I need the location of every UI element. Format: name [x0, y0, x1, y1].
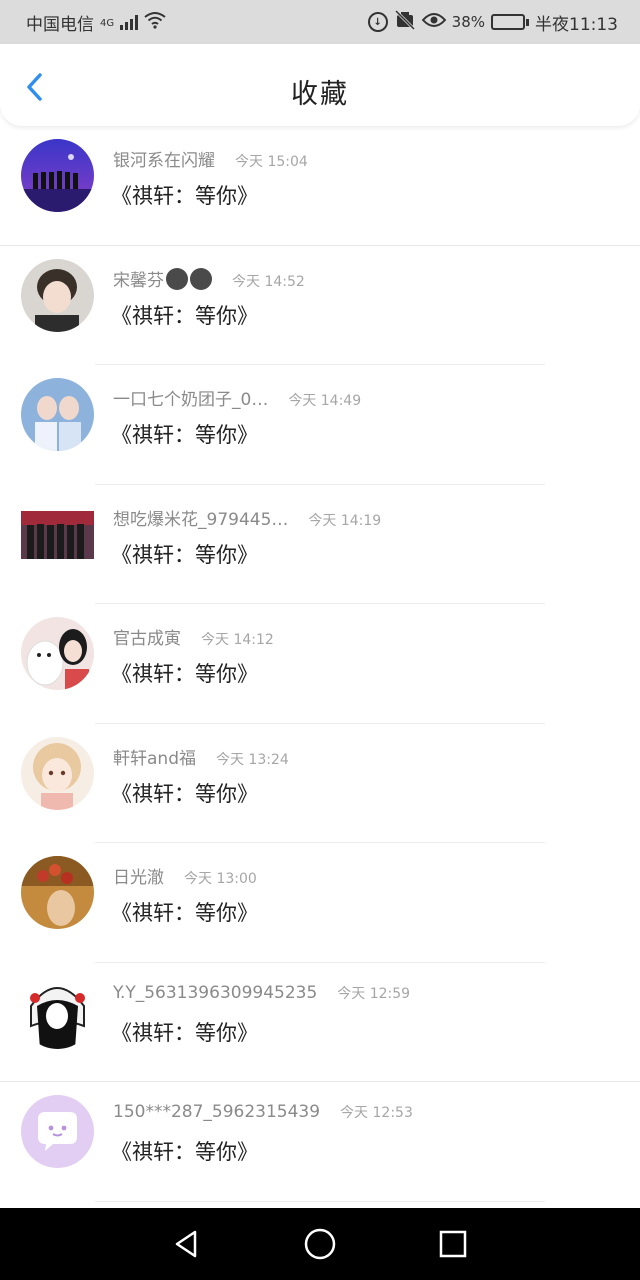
signal-icon [120, 14, 139, 30]
avatar[interactable] [21, 510, 94, 559]
carrier-label: 中国电信 [26, 14, 94, 35]
list-item[interactable]: 官古成寅 今天 14:12 《祺轩：等你》 [0, 604, 640, 724]
user-name[interactable]: Y.Y_5631396309945235 [113, 983, 317, 1003]
page-title: 收藏 [291, 79, 349, 110]
status-bar: 中国电信 4G ↓ 38% 半夜11:13 [0, 0, 640, 44]
divider [95, 1200, 545, 1202]
circle-home-icon [304, 1228, 336, 1260]
favorite-title: 《祺轩：等你》 [111, 1140, 258, 1164]
item-meta: 日光澈 今天 13:00 [113, 863, 257, 888]
list-item[interactable]: 宋馨芬 今天 14:52 《祺轩：等你》 [0, 246, 640, 365]
item-meta: 150***287_5962315439 今天 12:53 [113, 1102, 413, 1122]
avatar[interactable] [21, 617, 94, 690]
list-item[interactable]: Y.Y_5631396309945235 今天 12:59 《祺轩：等你》 [0, 963, 640, 1082]
timestamp: 今天 14:49 [288, 393, 362, 409]
timestamp: 今天 14:12 [201, 632, 274, 648]
item-meta: 银河系在闪耀 今天 15:04 [113, 146, 308, 171]
favorite-title: 《祺轩：等你》 [111, 901, 258, 925]
battery-percent: 38% [451, 13, 485, 31]
timestamp: 今天 15:04 [235, 154, 308, 170]
favorite-title: 《祺轩：等你》 [111, 1020, 258, 1045]
item-meta: 官古成寅 今天 14:12 [113, 624, 274, 649]
wifi-icon [144, 11, 166, 34]
user-name[interactable]: 一口七个奶团子_0… [113, 385, 268, 410]
timestamp: 今天 13:24 [215, 751, 289, 768]
item-meta: 宋馨芬 今天 14:52 [113, 266, 305, 291]
data-saver-icon: ↓ [367, 12, 388, 32]
emoji-face-icon [166, 267, 188, 290]
triangle-back-icon [175, 1230, 196, 1258]
silent-icon [394, 9, 416, 35]
nav-home-button[interactable] [300, 1224, 340, 1264]
list-item[interactable]: 想吃爆米花_979445… 今天 14:19 《祺轩：等你》 [0, 485, 640, 604]
favorite-title: 《祺轩：等你》 [111, 662, 258, 686]
favorites-list: 银河系在闪耀 今天 15:04 《祺轩：等你》 宋馨芬 今天 14:52 《祺轩… [0, 126, 640, 1206]
timestamp: 今天 12:53 [340, 1105, 413, 1121]
battery-icon [491, 14, 529, 30]
list-item[interactable]: 150***287_5962315439 今天 12:53 《祺轩：等你》 [0, 1082, 640, 1202]
avatar[interactable] [21, 1095, 94, 1168]
avatar[interactable] [21, 378, 94, 451]
list-item[interactable]: 日光澈 今天 13:00 《祺轩：等你》 [0, 843, 640, 963]
item-meta: Y.Y_5631396309945235 今天 12:59 [113, 983, 410, 1003]
nav-back-button[interactable] [167, 1224, 207, 1264]
user-name[interactable]: 軒轩and福 [113, 744, 196, 769]
favorite-title: 《祺轩：等你》 [111, 303, 258, 328]
top-nav-header: 收藏 [0, 44, 640, 126]
list-item[interactable]: 一口七个奶团子_0… 今天 14:49 《祺轩：等你》 [0, 365, 640, 485]
item-meta: 軒轩and福 今天 13:24 [113, 744, 289, 769]
timestamp: 今天 13:00 [184, 871, 257, 887]
user-name[interactable]: 宋馨芬 [113, 266, 212, 291]
user-name[interactable]: 官古成寅 [113, 624, 181, 649]
avatar[interactable] [21, 139, 94, 212]
network-type: 4G [100, 17, 115, 29]
square-recent-icon [440, 1230, 467, 1258]
avatar[interactable] [21, 258, 94, 332]
eye-icon [421, 12, 447, 33]
favorite-title: 《祺轩：等你》 [111, 542, 258, 567]
item-meta: 想吃爆米花_979445… 今天 14:19 [113, 505, 381, 530]
user-name[interactable]: 日光澈 [113, 863, 164, 888]
timestamp: 今天 14:19 [308, 512, 382, 529]
favorite-title: 《祺轩：等你》 [111, 184, 258, 208]
system-nav-bar [0, 1208, 640, 1280]
user-name[interactable]: 想吃爆米花_979445… [113, 505, 288, 530]
avatar[interactable] [21, 856, 94, 929]
status-left: 中国电信 4G [26, 10, 166, 35]
status-right: ↓ 38% 半夜11:13 [367, 9, 618, 35]
list-item[interactable]: 银河系在闪耀 今天 15:04 《祺轩：等你》 [0, 126, 640, 246]
favorite-title: 《祺轩：等你》 [111, 781, 258, 806]
user-name[interactable]: 150***287_5962315439 [113, 1102, 320, 1122]
clock: 半夜11:13 [535, 14, 618, 35]
nav-recent-button[interactable] [433, 1224, 473, 1264]
emoji-face-icon [190, 267, 212, 290]
user-name[interactable]: 银河系在闪耀 [113, 146, 215, 171]
item-meta: 一口七个奶团子_0… 今天 14:49 [113, 385, 361, 410]
timestamp: 今天 14:52 [232, 273, 305, 290]
avatar[interactable] [21, 736, 94, 810]
timestamp: 今天 12:59 [337, 985, 411, 1002]
avatar[interactable] [21, 975, 94, 1049]
list-item[interactable]: 軒轩and福 今天 13:24 《祺轩：等你》 [0, 724, 640, 843]
favorite-title: 《祺轩：等你》 [111, 423, 258, 447]
